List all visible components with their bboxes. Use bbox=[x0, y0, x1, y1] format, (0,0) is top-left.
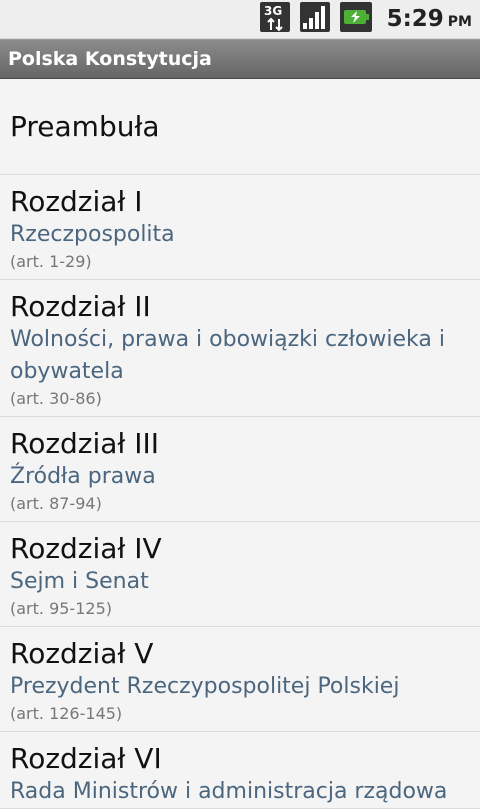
item-article-range: (art. 126-145) bbox=[10, 704, 123, 723]
list-item-chapter-5[interactable]: Rozdział V Prezydent Rzeczypospolitej Po… bbox=[0, 627, 480, 732]
app-title: Polska Konstytucja bbox=[8, 48, 212, 70]
list-item-chapter-2[interactable]: Rozdział II Wolności, prawa i obowiązki … bbox=[0, 280, 480, 417]
item-title: Rozdział VI bbox=[10, 742, 162, 775]
item-subtitle: Rada Ministrów i administracja rządowa bbox=[10, 779, 448, 804]
item-subtitle: Prezydent Rzeczypospolitej Polskiej bbox=[10, 674, 400, 699]
item-subtitle: Źródła prawa bbox=[10, 464, 156, 489]
item-title: Rozdział I bbox=[10, 185, 143, 218]
signal-strength-icon bbox=[299, 1, 331, 37]
svg-text:3G: 3G bbox=[264, 4, 282, 18]
list-item-preamble[interactable]: Preambuła bbox=[0, 79, 480, 175]
status-icons: 3G 5:29 PM bbox=[259, 1, 472, 37]
item-title: Rozdział III bbox=[10, 427, 160, 460]
item-title: Rozdział II bbox=[10, 290, 151, 323]
chapter-list: Preambuła Rozdział I Rzeczpospolita (art… bbox=[0, 79, 480, 809]
list-item-chapter-4[interactable]: Rozdział IV Sejm i Senat (art. 95-125) bbox=[0, 522, 480, 627]
item-title: Rozdział IV bbox=[10, 532, 162, 565]
item-article-range: (art. 95-125) bbox=[10, 599, 112, 618]
list-item-chapter-6[interactable]: Rozdział VI Rada Ministrów i administrac… bbox=[0, 732, 480, 809]
list-item-chapter-1[interactable]: Rozdział I Rzeczpospolita (art. 1-29) bbox=[0, 175, 480, 280]
item-article-range: (art. 87-94) bbox=[10, 494, 102, 513]
battery-charging-icon bbox=[339, 1, 373, 37]
status-bar: 3G 5:29 PM bbox=[0, 0, 480, 39]
app-title-bar: Polska Konstytucja bbox=[0, 39, 480, 79]
item-subtitle: Sejm i Senat bbox=[10, 569, 149, 594]
item-subtitle: Rzeczpospolita bbox=[10, 222, 175, 247]
clock: 5:29 PM bbox=[386, 6, 472, 32]
item-subtitle: Wolności, prawa i obowiązki człowieka i … bbox=[10, 327, 445, 384]
network-3g-icon: 3G bbox=[259, 1, 291, 37]
item-title: Preambuła bbox=[10, 109, 160, 143]
list-item-chapter-3[interactable]: Rozdział III Źródła prawa (art. 87-94) bbox=[0, 417, 480, 522]
item-article-range: (art. 1-29) bbox=[10, 252, 92, 271]
item-article-range: (art. 30-86) bbox=[10, 389, 102, 408]
item-title: Rozdział V bbox=[10, 637, 154, 670]
